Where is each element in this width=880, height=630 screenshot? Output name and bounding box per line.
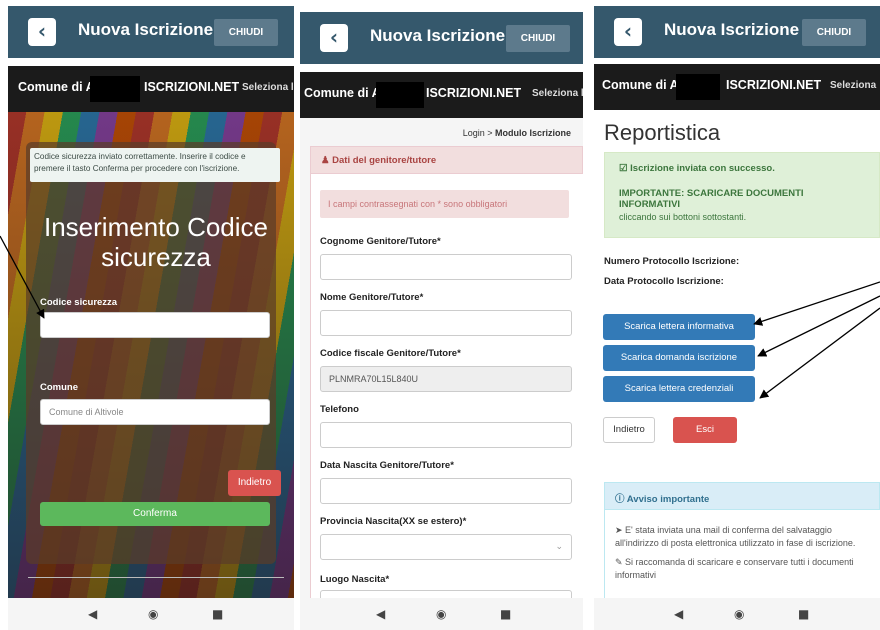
birth-province-select[interactable]: ⌄: [320, 534, 572, 560]
name-input[interactable]: [320, 310, 572, 336]
breadcrumb-current: Modulo Iscrizione: [494, 128, 571, 138]
app-header: ‹ Nuova Iscrizione CHIUDI: [300, 12, 583, 64]
exit-button[interactable]: Esci: [673, 417, 737, 443]
notice-text-2: Si raccomanda di scaricare e conservare …: [615, 557, 854, 580]
download-info-letter-button[interactable]: Scarica lettera informativa: [603, 314, 755, 340]
fiscal-code-label: Codice fiscale Genitore/Tutore*: [320, 348, 461, 359]
chevron-left-icon: ‹: [37, 19, 47, 43]
close-button[interactable]: CHIUDI: [506, 25, 570, 52]
breadcrumb-login[interactable]: Login: [463, 128, 485, 138]
user-icon: ♟: [321, 155, 333, 166]
back-button[interactable]: ‹: [614, 18, 642, 46]
edit-icon: ✎: [615, 557, 626, 567]
site-header: Comune di A ISCRIZIONI.NET Seleziona li: [300, 72, 583, 118]
nav-recent-icon[interactable]: ■: [798, 607, 809, 621]
name-label: Nome Genitore/Tutore*: [320, 292, 424, 303]
phone-input[interactable]: [320, 422, 572, 448]
nav-home-icon[interactable]: ◉: [734, 607, 744, 621]
comune-field[interactable]: Comune di Altivole: [40, 399, 270, 425]
site-select-menu[interactable]: Seleziona li: [242, 82, 294, 93]
android-nav-bar: ◀ ◉ ■: [300, 598, 583, 630]
site-brand-name: ISCRIZIONI.NET: [144, 80, 240, 94]
info-icon: ⓘ: [615, 494, 627, 505]
notice-body: ➤ E' stata inviata una mail di conferma …: [604, 510, 880, 602]
nav-back-icon[interactable]: ◀: [88, 607, 97, 621]
phone-screen-registration-form: ‹ Nuova Iscrizione CHIUDI Comune di A IS…: [300, 0, 583, 630]
app-title: Nuova Iscrizione: [370, 26, 506, 45]
redaction-box: [90, 76, 140, 102]
important-message: IMPORTANTE: SCARICARE DOCUMENTI INFORMAT…: [619, 188, 804, 210]
nav-home-icon[interactable]: ◉: [148, 607, 158, 621]
page-title: Reportistica: [604, 120, 721, 145]
phone-screen-security-code: ‹ Nuova Iscrizione CHIUDI Comune di A IS…: [8, 0, 294, 630]
birth-date-input[interactable]: [320, 478, 572, 504]
screenshot-composite: ‹ Nuova Iscrizione CHIUDI Comune di A IS…: [0, 0, 880, 630]
site-header: Comune di A ISCRIZIONI.NET Seleziona: [594, 64, 880, 110]
nav-back-icon[interactable]: ◀: [376, 607, 385, 621]
nav-recent-icon[interactable]: ■: [500, 607, 511, 621]
surname-label: Cognome Genitore/Tutore*: [320, 236, 441, 247]
site-brand-prefix: Comune di A: [304, 86, 381, 100]
notice-text-1: E' stata inviata una mail di conferma de…: [615, 525, 856, 548]
app-title: Nuova Iscrizione: [664, 20, 800, 39]
redaction-box: [376, 82, 424, 108]
nav-recent-icon[interactable]: ■: [212, 607, 223, 621]
protocol-number-label: Numero Protocollo Iscrizione:: [604, 256, 740, 267]
form-card: [26, 142, 276, 564]
panel-header: ♟ Dati del genitore/tutore: [310, 146, 583, 174]
footer-divider: [28, 577, 284, 578]
page-heading: Inserimento Codice sicurezza: [44, 212, 268, 272]
app-title: Nuova Iscrizione: [78, 20, 214, 39]
app-header: ‹ Nuova Iscrizione CHIUDI: [594, 6, 880, 58]
site-select-menu[interactable]: Seleziona li: [532, 88, 583, 99]
android-nav-bar: ◀ ◉ ■: [8, 598, 294, 630]
site-header: Comune di A ISCRIZIONI.NET Seleziona li: [8, 66, 294, 112]
send-icon: ➤: [615, 525, 626, 535]
site-brand-name: ISCRIZIONI.NET: [726, 78, 822, 92]
breadcrumb: Login > Modulo Iscrizione: [463, 128, 571, 138]
download-application-button[interactable]: Scarica domanda iscrizione: [603, 345, 755, 371]
back-button[interactable]: ‹: [320, 24, 348, 52]
panel-title: Dati del genitore/tutore: [332, 155, 437, 166]
phone-label: Telefono: [320, 404, 359, 415]
back-button-outline[interactable]: Indietro: [603, 417, 655, 443]
phone-screen-reportistica: ‹ Nuova Iscrizione CHIUDI Comune di A IS…: [594, 0, 880, 630]
android-nav-bar: ◀ ◉ ■: [594, 598, 880, 630]
site-brand-name: ISCRIZIONI.NET: [426, 86, 522, 100]
redaction-box: [676, 74, 720, 100]
info-message: Codice sicurezza inviato correttamente. …: [30, 148, 280, 182]
important-subtext: cliccando sui bottoni sottostanti.: [619, 212, 747, 222]
chevron-left-icon: ‹: [623, 19, 633, 43]
nav-back-icon[interactable]: ◀: [674, 607, 683, 621]
nav-home-icon[interactable]: ◉: [436, 607, 446, 621]
code-label: Codice sicurezza: [40, 297, 118, 308]
surname-input[interactable]: [320, 254, 572, 280]
comune-label: Comune: [40, 382, 78, 393]
notice-title: Avviso importante: [626, 494, 710, 505]
security-code-input[interactable]: [40, 312, 270, 338]
close-button[interactable]: CHIUDI: [214, 19, 278, 46]
site-brand-prefix: Comune di A: [18, 80, 95, 94]
notice-header: ⓘ Avviso importante: [604, 482, 880, 510]
back-button[interactable]: ‹: [28, 18, 56, 46]
confirm-button[interactable]: Conferma: [40, 502, 270, 526]
back-button-red[interactable]: Indietro: [228, 470, 281, 496]
birth-place-label: Luogo Nascita*: [320, 574, 390, 585]
breadcrumb-separator: >: [484, 128, 495, 138]
site-select-menu[interactable]: Seleziona: [830, 80, 876, 91]
success-message: Iscrizione inviata con successo.: [630, 163, 775, 174]
chevron-down-icon: ⌄: [555, 541, 563, 551]
check-icon: ☑: [619, 163, 631, 174]
fiscal-code-input[interactable]: PLNMRA70L15L840U: [320, 366, 572, 392]
protocol-date-label: Data Protocollo Iscrizione:: [604, 276, 724, 287]
birth-province-label: Provincia Nascita(XX se estero)*: [320, 516, 467, 527]
required-fields-note: I campi contrassegnati con * sono obblig…: [320, 190, 569, 218]
site-brand-prefix: Comune di A: [602, 78, 679, 92]
close-button[interactable]: CHIUDI: [802, 19, 866, 46]
success-alert: ☑ Iscrizione inviata con successo. IMPOR…: [604, 152, 880, 238]
app-header: ‹ Nuova Iscrizione CHIUDI: [8, 6, 294, 58]
chevron-left-icon: ‹: [329, 25, 339, 49]
birth-date-label: Data Nascita Genitore/Tutore*: [320, 460, 454, 471]
download-credentials-button[interactable]: Scarica lettera credenziali: [603, 376, 755, 402]
